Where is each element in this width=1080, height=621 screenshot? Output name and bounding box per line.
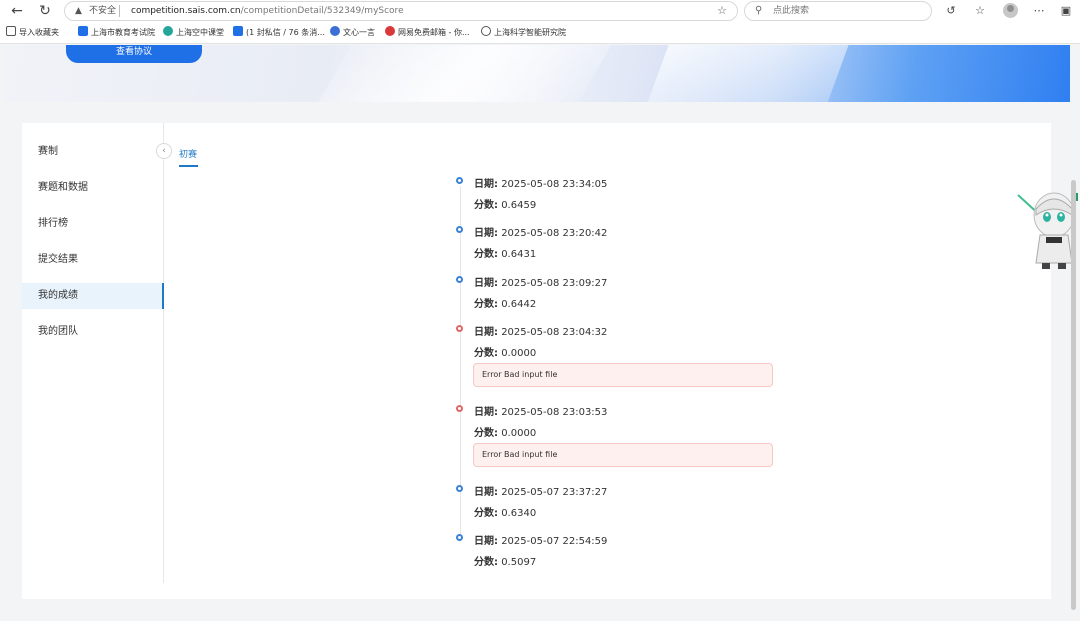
more-menu-icon[interactable]: ⋯ <box>1031 3 1047 19</box>
bookmark-item[interactable]: 文心一言 <box>330 25 375 41</box>
favorites-icon[interactable]: ☆ <box>972 3 988 19</box>
timeline-dot <box>456 177 463 184</box>
submission-score: 分数: 0.6442 <box>474 299 537 310</box>
tab-preliminary[interactable]: 初赛 <box>179 147 197 160</box>
globe-icon <box>481 26 491 36</box>
bookmark-favicon <box>233 26 243 36</box>
sidebar-item-rules[interactable]: 赛制 <box>22 139 164 165</box>
submission-score: 分数: 0.5097 <box>474 557 537 568</box>
bookmark-favicon <box>385 26 395 36</box>
browser-toolbar: ← ↻ ▲ 不安全 competition.sais.com.cn/compet… <box>0 0 1080 22</box>
security-label: 不安全 <box>89 6 117 16</box>
favorite-star-icon[interactable]: ☆ <box>717 2 727 20</box>
submission-date: 日期: 2025-05-08 23:34:05 <box>474 179 608 190</box>
submission-score: 分数: 0.0000 <box>474 428 537 439</box>
search-placeholder: 点此搜索 <box>773 6 810 16</box>
bookmark-item[interactable]: 网易免费邮箱 - 你... <box>385 25 470 41</box>
warning-triangle-icon: ▲ <box>75 6 82 16</box>
sidebar-item-leaderboard[interactable]: 排行榜 <box>22 211 164 237</box>
bookmark-label: 上海市教育考试院 <box>91 28 155 37</box>
content-card: 赛制 赛题和数据 排行榜 提交结果 我的成绩 我的团队 ‹ 初赛 <box>22 123 1051 599</box>
sidebar-item-submit[interactable]: 提交结果 <box>22 247 164 273</box>
extensions-icon[interactable]: ↺ <box>943 3 959 19</box>
submission-date: 日期: 2025-05-08 23:03:53 <box>474 407 608 418</box>
sidebar-item-my-score[interactable]: 我的成绩 <box>22 283 164 309</box>
timeline-dot <box>456 534 463 541</box>
timeline-dot <box>456 276 463 283</box>
timeline-line <box>460 186 461 536</box>
bookmark-label: 上海科学智能研究院 <box>494 28 566 37</box>
bookmark-item[interactable]: 上海科学智能研究院 <box>481 25 566 41</box>
bookmark-item[interactable]: 导入收藏夹 <box>6 25 59 41</box>
bookmark-label: 文心一言 <box>343 28 375 37</box>
submission-date: 日期: 2025-05-08 23:04:32 <box>474 327 608 338</box>
bookmark-item[interactable]: 上海市教育考试院 <box>78 25 155 41</box>
browser-search-box[interactable]: ⚲ 点此搜索 <box>744 1 932 21</box>
submission-date: 日期: 2025-05-08 23:20:42 <box>474 228 608 239</box>
submission-score: 分数: 0.6431 <box>474 249 537 260</box>
url-host: competition.sais.com.cn <box>131 6 241 16</box>
submission-score: 分数: 0.0000 <box>474 348 537 359</box>
url-text: competition.sais.com.cn/competitionDetai… <box>131 2 404 20</box>
submission-date: 日期: 2025-05-07 23:37:27 <box>474 487 608 498</box>
address-bar[interactable]: ▲ 不安全 competition.sais.com.cn/competitio… <box>64 1 738 21</box>
bookmark-label: (1 封私信 / 76 条消... <box>246 28 325 37</box>
sidebar-nav: 赛制 赛题和数据 排行榜 提交结果 我的成绩 我的团队 <box>22 123 164 583</box>
sidebar-toggle-icon[interactable]: ▣ <box>1058 3 1074 19</box>
search-icon: ⚲ <box>755 5 763 16</box>
timeline-dot <box>456 226 463 233</box>
timeline-dot <box>456 485 463 492</box>
back-arrow-icon[interactable]: ← <box>8 2 26 20</box>
error-message: Error Bad input file <box>473 363 773 387</box>
bookmark-label: 网易免费邮箱 - 你... <box>398 28 470 37</box>
bookmark-item[interactable]: 上海空中课堂 <box>163 25 224 41</box>
address-separator <box>119 5 120 17</box>
sidebar-item-my-team[interactable]: 我的团队 <box>22 319 164 345</box>
bookmark-favicon <box>163 26 173 36</box>
collapse-chevron-icon[interactable]: ‹ <box>156 143 172 159</box>
submission-score: 分数: 0.6459 <box>474 200 537 211</box>
profile-avatar[interactable] <box>1003 3 1018 18</box>
tab-underline <box>179 165 198 167</box>
import-folder-icon <box>6 26 16 36</box>
error-message: Error Bad input file <box>473 443 773 467</box>
sidebar-item-data[interactable]: 赛题和数据 <box>22 175 164 201</box>
bookmark-item[interactable]: (1 封私信 / 76 条消... <box>233 25 325 41</box>
bookmark-label: 上海空中课堂 <box>176 28 224 37</box>
bookmarks-bar: 导入收藏夹 上海市教育考试院 上海空中课堂 (1 封私信 / 76 条消... … <box>0 22 1080 44</box>
page-scrollbar[interactable] <box>1071 180 1076 610</box>
bookmark-favicon <box>78 26 88 36</box>
view-agreement-button[interactable]: 查看协议 <box>66 45 202 63</box>
refresh-icon[interactable]: ↻ <box>36 2 54 20</box>
bookmark-favicon <box>330 26 340 36</box>
submission-date: 日期: 2025-05-07 22:54:59 <box>474 536 608 547</box>
timeline-dot-error <box>456 405 463 412</box>
timeline-dot-error <box>456 325 463 332</box>
submission-score: 分数: 0.6340 <box>474 508 537 519</box>
submission-date: 日期: 2025-05-08 23:09:27 <box>474 278 608 289</box>
bookmark-label: 导入收藏夹 <box>19 28 59 37</box>
url-path: /competitionDetail/532349/myScore <box>240 6 404 16</box>
